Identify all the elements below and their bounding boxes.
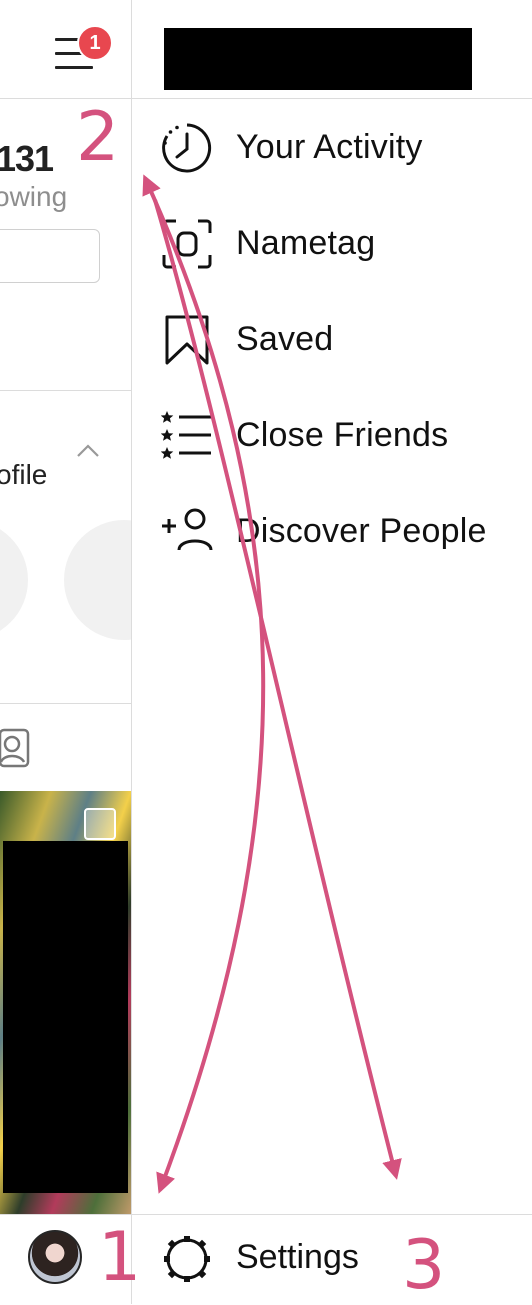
menu-item-your-activity[interactable]: Your Activity xyxy=(132,100,532,196)
add-person-icon xyxy=(162,508,213,551)
redaction-block xyxy=(3,841,128,1193)
username-redaction-block xyxy=(164,28,472,90)
suggested-profile-circle[interactable] xyxy=(0,520,28,640)
grid-divider xyxy=(0,703,131,704)
settings-label: Settings xyxy=(236,1238,359,1276)
profile-background-pane: 1 131 owing ofile xyxy=(0,0,131,1304)
following-count: 131 xyxy=(0,138,54,179)
step-number-3: 3 xyxy=(402,1226,446,1305)
photo-grid-tile[interactable] xyxy=(0,791,131,1214)
step-number-1: 1 xyxy=(98,1218,142,1297)
tagged-photos-icon[interactable] xyxy=(0,722,32,770)
notification-badge: 1 xyxy=(77,25,113,61)
nametag-icon xyxy=(162,219,212,269)
menu-item-saved[interactable]: Saved xyxy=(132,292,532,388)
multi-photo-icon xyxy=(84,808,116,840)
section-divider xyxy=(0,390,131,391)
menu-item-discover-people[interactable]: Discover People xyxy=(132,484,532,580)
edit-profile-button[interactable] xyxy=(0,229,100,283)
activity-clock-icon xyxy=(162,123,212,173)
menu-item-nametag[interactable]: Nametag xyxy=(132,196,532,292)
menu-item-label: Discover People xyxy=(236,512,487,550)
discover-section-label: ofile xyxy=(0,459,48,490)
menu-item-label: Nametag xyxy=(236,224,376,262)
step-number-2: 2 xyxy=(76,98,120,177)
menu-item-label: Your Activity xyxy=(236,128,423,166)
gear-icon xyxy=(164,1236,210,1282)
menu-header-divider xyxy=(132,98,532,99)
menu-item-close-friends[interactable]: Close Friends xyxy=(132,388,532,484)
chevron-up-icon[interactable] xyxy=(76,440,100,460)
suggested-profile-circle[interactable] xyxy=(64,520,131,640)
profile-avatar[interactable] xyxy=(28,1230,82,1284)
following-label: owing xyxy=(0,181,68,212)
bookmark-icon xyxy=(165,315,209,365)
menu-bar-bottom xyxy=(55,66,93,69)
menu-item-label: Saved xyxy=(236,320,334,358)
tabbar-divider xyxy=(0,1214,131,1215)
settings-button[interactable]: Settings xyxy=(132,1215,532,1304)
close-friends-icon xyxy=(161,411,211,459)
menu-item-label: Close Friends xyxy=(236,416,449,454)
